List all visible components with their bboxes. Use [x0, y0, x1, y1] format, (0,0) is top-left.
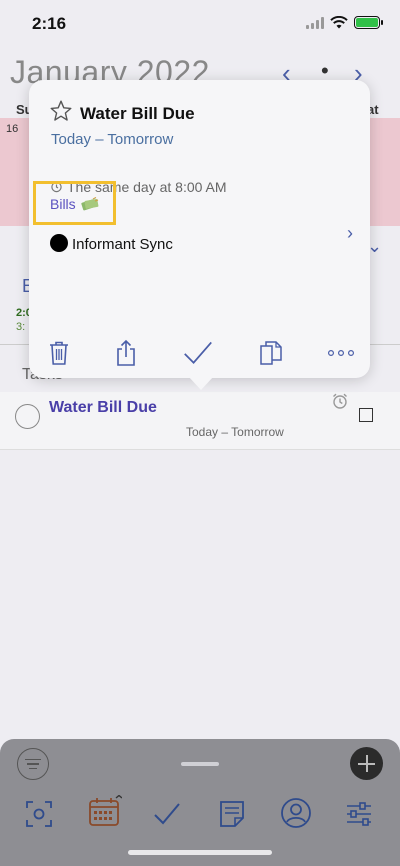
sheet-handle[interactable]	[181, 762, 219, 766]
calendar-color-dot	[50, 234, 68, 252]
task-dates: Today – Tomorrow	[186, 425, 284, 439]
share-icon	[117, 339, 135, 366]
popover-title: Water Bill Due	[80, 104, 195, 123]
star-icon[interactable]	[49, 99, 73, 123]
alarm-clock-icon	[333, 393, 347, 409]
notes-icon[interactable]	[217, 799, 247, 829]
share-button[interactable]	[111, 338, 141, 368]
duplicate-icon	[260, 341, 282, 365]
duplicate-button[interactable]	[256, 338, 286, 368]
popover-arrow	[188, 376, 214, 390]
popover-toolbar	[29, 338, 370, 368]
more-button[interactable]	[326, 338, 356, 368]
home-indicator	[128, 850, 272, 855]
task-detail-popover: Water Bill Due Today – Tomorrow The same…	[29, 80, 370, 378]
filter-button[interactable]	[17, 748, 49, 780]
highlight-box	[33, 181, 116, 225]
day-number: 16	[6, 123, 19, 135]
tasks-icon[interactable]	[152, 799, 182, 829]
task-title[interactable]: Water Bill Due	[49, 399, 157, 417]
trash-button[interactable]	[44, 338, 74, 368]
more-icon	[327, 349, 355, 357]
chevron-right-icon[interactable]: ›	[347, 223, 353, 244]
popover-dates: Today – Tomorrow	[51, 131, 174, 148]
settings-icon[interactable]	[344, 799, 374, 829]
contacts-icon[interactable]	[280, 797, 312, 829]
task-row[interactable]: Water Bill Due Today – Tomorrow	[0, 392, 400, 450]
add-button[interactable]	[350, 747, 383, 780]
checkmark-icon	[184, 341, 212, 364]
scan-icon[interactable]	[24, 799, 54, 829]
bottom-toolbar	[0, 739, 400, 866]
task-select-checkbox[interactable]	[359, 408, 373, 422]
task-complete-checkbox[interactable]	[15, 404, 40, 429]
trash-icon	[50, 341, 68, 365]
calendar-name: Informant Sync	[72, 236, 173, 253]
complete-button[interactable]	[183, 338, 213, 368]
calendar-icon[interactable]	[88, 795, 122, 829]
